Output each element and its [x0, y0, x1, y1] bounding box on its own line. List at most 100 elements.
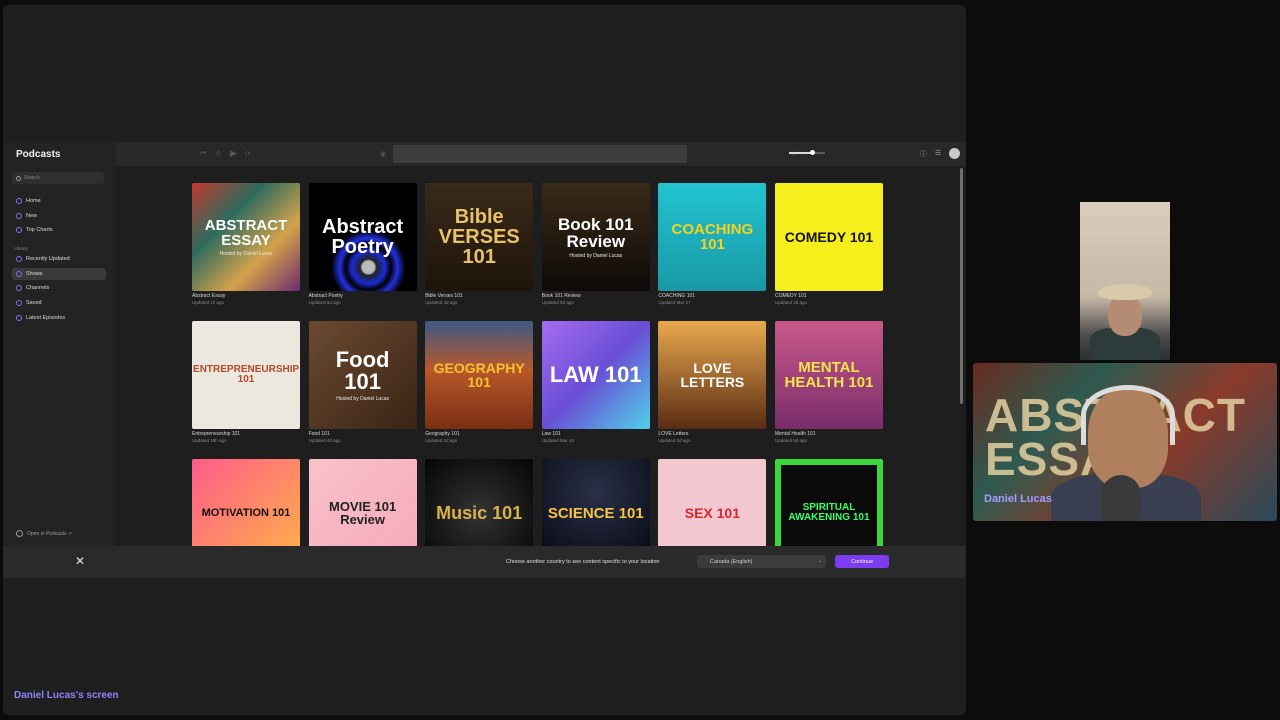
sidebar-item-label: Saved — [26, 300, 42, 307]
artwork-title: MENTAL HEALTH 101 — [784, 359, 874, 391]
show-artwork[interactable]: COACHING 101 — [658, 183, 767, 291]
forward-icon[interactable]: ⟳ — [245, 150, 251, 158]
show-title[interactable]: Food 101 — [309, 431, 417, 437]
show-artwork[interactable]: SPIRITUAL AWAKENING 101 — [774, 459, 883, 546]
show-tile[interactable]: SEX 101Sex 101 — [658, 459, 767, 546]
show-title[interactable]: Law 101 — [542, 431, 650, 437]
airplay-icon[interactable]: ◉ — [380, 150, 386, 158]
show-tile[interactable]: COMEDY 101 COMEDY 101 Updated 2d ago — [774, 183, 883, 321]
play-icon[interactable]: ▶ — [230, 148, 237, 159]
search-input[interactable] — [24, 175, 104, 181]
sidebar-item-label: New — [26, 212, 38, 219]
show-title[interactable]: Abstract Essay — [192, 293, 300, 299]
show-artwork[interactable]: MOTIVATION 101 — [192, 459, 300, 546]
artwork-title: Book 101 Review — [557, 214, 634, 251]
artwork-host-line: Hosted by Daniel Lucas — [569, 252, 623, 259]
sidebar-item-top-charts[interactable]: Top Charts — [12, 224, 106, 236]
show-tile[interactable]: Bible VERSES 101 Bible Verses 101 Updated … — [425, 183, 534, 321]
account-avatar[interactable] — [949, 148, 960, 159]
open-in-podcasts-link[interactable]: Open in Podcasts ↗ — [16, 530, 72, 537]
show-tile[interactable]: MOVIE 101 ReviewMovie 101 Review — [308, 459, 417, 546]
artwork-text: Abstract Poetry — [309, 217, 417, 257]
show-tile[interactable]: GEOGRAPHY 101 Geography 101 Updated 2d ago — [425, 321, 534, 459]
artwork-title: SEX 101 — [684, 505, 740, 521]
show-artwork[interactable]: MOVIE 101 Review — [308, 459, 417, 546]
sidebar-item-home[interactable]: Home — [12, 195, 106, 207]
show-tile[interactable]: SPIRITUAL AWAKENING 101Spiritual Awakeni… — [774, 459, 883, 546]
show-artwork[interactable]: GEOGRAPHY 101 — [425, 321, 534, 429]
show-updated: Updated 2d ago — [658, 438, 691, 443]
show-updated: Updated 2d ago — [774, 300, 807, 305]
sidebar-item-shows[interactable]: Shows — [12, 267, 106, 280]
show-title[interactable]: Mental Health 101 — [775, 431, 883, 437]
show-tile[interactable]: SCIENCE 101Science 101 — [541, 459, 650, 546]
bookmark-icon — [16, 300, 22, 307]
clock-icon — [16, 256, 22, 262]
show-artwork[interactable]: SCIENCE 101 — [541, 459, 650, 546]
artwork-title: Bible VERSES 101 — [438, 206, 520, 268]
show-tile[interactable]: Music 101Music 101 — [425, 459, 534, 546]
continue-button[interactable]: Continue — [835, 555, 889, 568]
show-title[interactable]: Bible Verses 101 — [425, 293, 533, 299]
artwork-title: LOVE LETTERS — [680, 360, 745, 390]
content-scrollbar[interactable] — [960, 168, 963, 404]
show-tile[interactable]: LOVE LETTERS LOVE Letters Updated 2d ago — [658, 321, 767, 459]
sidebar-item-channels[interactable]: Channels — [12, 282, 106, 294]
artwork-title: LAW 101 — [549, 362, 642, 387]
show-tile[interactable]: Book 101 Review Hosted by Daniel Lucas Boo… — [541, 183, 650, 321]
artwork-title: MOTIVATION 101 — [201, 506, 291, 519]
country-select-value: Canada (English) — [710, 558, 753, 565]
show-title[interactable]: COACHING 101 — [658, 293, 766, 299]
show-artwork[interactable]: Book 101 Review Hosted by Daniel Lucas — [541, 183, 650, 291]
sidebar-item-latest-episodes[interactable]: Latest Episodes — [12, 312, 106, 324]
search-box[interactable] — [12, 172, 104, 184]
show-tile[interactable]: Food 101 Hosted by Daniel Lucas Food 101 Up… — [308, 321, 417, 459]
show-artwork[interactable]: ABSTRACT ESSAY Hosted by Daniel Lucas — [192, 183, 300, 291]
show-tile[interactable]: ABSTRACT ESSAY Hosted by Daniel Lucas Abst… — [192, 183, 300, 321]
show-artwork[interactable]: Bible VERSES 101 — [425, 183, 534, 291]
sidebar-item-label: Shows — [26, 270, 43, 277]
show-title[interactable]: COMEDY 101 — [775, 293, 883, 299]
playback-toolbar: ⏮ ⟲ ▶ ⟳ ◉ ◂ ⓘ ☰ — [115, 142, 966, 166]
show-artwork[interactable]: Music 101 — [425, 459, 534, 546]
show-artwork[interactable]: LOVE LETTERS — [658, 321, 767, 429]
show-artwork[interactable]: Abstract Poetry — [308, 183, 417, 291]
artwork-title: SCIENCE 101 — [547, 504, 644, 522]
show-title[interactable]: Entrepreneurship 101 — [192, 431, 300, 437]
rewind-icon[interactable]: ⟲ — [215, 150, 221, 158]
show-artwork[interactable]: LAW 101 — [541, 321, 650, 429]
show-tile[interactable]: LAW 101 Law 101 Updated Mar 15 — [541, 321, 650, 459]
show-artwork[interactable]: Food 101 Hosted by Daniel Lucas — [308, 321, 417, 429]
sidebar-item-saved[interactable]: Saved — [12, 297, 106, 309]
sidebar-item-new[interactable]: New — [12, 210, 106, 222]
sidebar-item-recently-updated[interactable]: Recently Updated — [12, 253, 106, 265]
channels-icon — [16, 285, 22, 292]
show-artwork[interactable]: SEX 101 — [658, 459, 767, 546]
artwork-text: Music 101 — [430, 504, 528, 522]
app-name: Podcasts — [16, 149, 61, 160]
artwork-text: COACHING 101 — [658, 222, 766, 252]
show-artwork[interactable]: COMEDY 101 — [774, 183, 883, 291]
show-tile[interactable]: ENTREPRENEURSHIP 101 Entrepreneurship 101… — [192, 321, 300, 459]
show-tile[interactable]: MENTAL HEALTH 101 Mental Health 101 Update… — [774, 321, 883, 459]
show-tile[interactable]: Abstract Poetry Abstract Poetry Updated 6d… — [308, 183, 417, 321]
previous-icon[interactable]: ⏮ — [200, 150, 206, 158]
podcasts-window: Podcasts Home New Top Charts Library Rec… — [3, 142, 966, 578]
info-icon[interactable]: ⓘ — [920, 149, 928, 158]
close-icon[interactable]: ✕ — [75, 555, 85, 567]
show-title[interactable]: Book 101 Review — [542, 293, 650, 299]
country-banner: ✕ Choose another country to see content … — [3, 546, 966, 578]
show-title[interactable]: Abstract Poetry — [309, 293, 417, 299]
queue-list-icon[interactable]: ☰ — [935, 149, 943, 157]
show-artwork[interactable]: ENTREPRENEURSHIP 101 — [192, 321, 300, 429]
volume-knob[interactable] — [809, 150, 815, 155]
show-title[interactable]: Geography 101 — [425, 431, 533, 437]
now-playing-display — [393, 145, 687, 163]
country-select[interactable]: Canada (English) ⌄ — [697, 555, 826, 568]
show-tile[interactable]: COACHING 101 COACHING 101 Updated Mar 17 — [658, 183, 767, 321]
volume-slider[interactable] — [789, 150, 825, 155]
show-artwork[interactable]: MENTAL HEALTH 101 — [774, 321, 883, 429]
artwork-text: MENTAL HEALTH 101 — [775, 360, 883, 390]
show-title[interactable]: LOVE Letters — [658, 431, 766, 437]
show-tile[interactable]: MOTIVATION 101Motivation 101 — [192, 459, 300, 546]
